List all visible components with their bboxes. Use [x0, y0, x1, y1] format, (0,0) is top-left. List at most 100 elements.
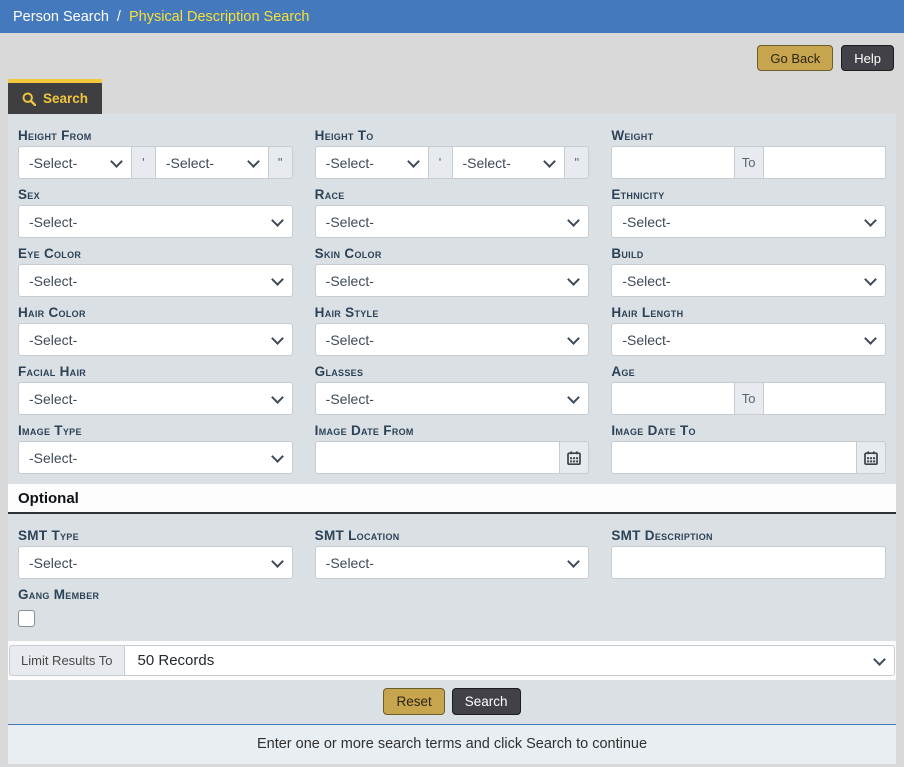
height-from-feet-select-control[interactable]: -Select- — [18, 146, 132, 179]
field-ethnicity: Ethnicity -Select- — [611, 185, 886, 238]
eye-color-select[interactable]: -Select- — [18, 264, 293, 297]
ethnicity-select[interactable]: -Select- — [611, 205, 886, 238]
ethnicity-label: Ethnicity — [611, 185, 886, 204]
hair-style-label: Hair Style — [315, 303, 590, 322]
image-type-select-control[interactable]: -Select- — [18, 441, 293, 474]
glasses-select-control[interactable]: -Select- — [315, 382, 590, 415]
footer-message: Enter one or more search terms and click… — [8, 724, 896, 764]
sex-select[interactable]: -Select- — [18, 205, 293, 238]
breadcrumb: Person Search / Physical Description Sea… — [0, 0, 904, 33]
top-toolbar: Go Back Help — [0, 33, 904, 71]
optional-section: SMT Type -Select- SMT Location -Select- … — [8, 514, 896, 641]
hair-length-label: Hair Length — [611, 303, 886, 322]
image-date-to-calendar-button[interactable] — [856, 441, 886, 474]
field-height-to: Height To -Select- ' -Select- " — [315, 126, 590, 179]
field-glasses: Glasses -Select- — [315, 362, 590, 415]
facial-hair-select-control[interactable]: -Select- — [18, 382, 293, 415]
height-to-inches-select-control[interactable]: -Select- — [452, 146, 566, 179]
race-select-control[interactable]: -Select- — [315, 205, 590, 238]
height-to-feet-select-control[interactable]: -Select- — [315, 146, 429, 179]
skin-color-label: Skin Color — [315, 244, 590, 263]
smt-location-select[interactable]: -Select- — [315, 546, 590, 579]
height-to-label: Height To — [315, 126, 590, 145]
gang-member-label: Gang Member — [18, 585, 886, 604]
help-button[interactable]: Help — [841, 45, 894, 71]
inch-mark-addon: " — [564, 146, 589, 179]
search-button[interactable]: Search — [452, 688, 521, 715]
criteria-section: Height From -Select- ' -Select- " Heig — [8, 114, 896, 484]
field-facial-hair: Facial Hair -Select- — [18, 362, 293, 415]
reset-button[interactable]: Reset — [383, 688, 444, 715]
age-to-input[interactable] — [763, 382, 886, 415]
limit-results-label: Limit Results To — [9, 645, 125, 676]
search-icon — [22, 92, 36, 106]
height-to-inches-select[interactable]: -Select- — [452, 146, 566, 179]
image-date-to-label: Image Date To — [611, 421, 886, 440]
breadcrumb-current-page: Physical Description Search — [129, 9, 310, 25]
image-date-to-input[interactable] — [611, 441, 857, 474]
hair-length-select-control[interactable]: -Select- — [611, 323, 886, 356]
build-select-control[interactable]: -Select- — [611, 264, 886, 297]
main-content: Search Height From -Select- ' -Select- — [8, 71, 896, 764]
optional-heading-label: Optional — [18, 490, 79, 507]
build-select[interactable]: -Select- — [611, 264, 886, 297]
smt-type-select[interactable]: -Select- — [18, 546, 293, 579]
sex-select-control[interactable]: -Select- — [18, 205, 293, 238]
weight-from-input[interactable] — [611, 146, 734, 179]
smt-description-label: SMT Description — [611, 526, 886, 545]
image-date-from-calendar-button[interactable] — [559, 441, 589, 474]
breadcrumb-separator: / — [117, 9, 121, 25]
field-image-date-to: Image Date To — [611, 421, 886, 474]
smt-description-input[interactable] — [611, 546, 886, 579]
hair-color-select[interactable]: -Select- — [18, 323, 293, 356]
field-hair-color: Hair Color -Select- — [18, 303, 293, 356]
field-height-from: Height From -Select- ' -Select- " — [18, 126, 293, 179]
height-from-feet-select[interactable]: -Select- — [18, 146, 132, 179]
race-select[interactable]: -Select- — [315, 205, 590, 238]
smt-location-select-control[interactable]: -Select- — [315, 546, 590, 579]
skin-color-select[interactable]: -Select- — [315, 264, 590, 297]
sex-label: Sex — [18, 185, 293, 204]
glasses-select[interactable]: -Select- — [315, 382, 590, 415]
go-back-button[interactable]: Go Back — [757, 45, 833, 71]
smt-type-select-control[interactable]: -Select- — [18, 546, 293, 579]
field-hair-style: Hair Style -Select- — [315, 303, 590, 356]
form-actions: Reset Search — [8, 680, 896, 724]
weight-label: Weight — [611, 126, 886, 145]
image-date-from-label: Image Date From — [315, 421, 590, 440]
ethnicity-select-control[interactable]: -Select- — [611, 205, 886, 238]
limit-results-select[interactable]: 50 Records — [124, 645, 895, 676]
eye-color-select-control[interactable]: -Select- — [18, 264, 293, 297]
age-from-input[interactable] — [611, 382, 734, 415]
field-smt-description: SMT Description — [611, 526, 886, 579]
smt-location-label: SMT Location — [315, 526, 590, 545]
limit-results-strip: Limit Results To 50 Records — [8, 641, 896, 680]
tab-search[interactable]: Search — [8, 79, 102, 114]
eye-color-label: Eye Color — [18, 244, 293, 263]
image-type-select[interactable]: -Select- — [18, 441, 293, 474]
weight-to-addon: To — [734, 146, 764, 179]
tab-search-label: Search — [43, 91, 88, 106]
height-from-label: Height From — [18, 126, 293, 145]
breadcrumb-person-search-link[interactable]: Person Search — [13, 9, 109, 25]
image-date-from-input[interactable] — [315, 441, 561, 474]
field-eye-color: Eye Color -Select- — [18, 244, 293, 297]
skin-color-select-control[interactable]: -Select- — [315, 264, 590, 297]
height-to-feet-select[interactable]: -Select- — [315, 146, 429, 179]
height-from-inches-select[interactable]: -Select- — [155, 146, 269, 179]
hair-color-select-control[interactable]: -Select- — [18, 323, 293, 356]
gang-member-checkbox[interactable] — [18, 610, 35, 627]
facial-hair-select[interactable]: -Select- — [18, 382, 293, 415]
optional-section-heading: Optional — [8, 484, 896, 514]
hair-color-label: Hair Color — [18, 303, 293, 322]
field-skin-color: Skin Color -Select- — [315, 244, 590, 297]
limit-results-select-control[interactable]: 50 Records — [124, 645, 895, 676]
field-gang-member: Gang Member — [18, 585, 886, 627]
build-label: Build — [611, 244, 886, 263]
height-from-inches-select-control[interactable]: -Select- — [155, 146, 269, 179]
hair-style-select[interactable]: -Select- — [315, 323, 590, 356]
hair-length-select[interactable]: -Select- — [611, 323, 886, 356]
field-race: Race -Select- — [315, 185, 590, 238]
weight-to-input[interactable] — [763, 146, 886, 179]
hair-style-select-control[interactable]: -Select- — [315, 323, 590, 356]
